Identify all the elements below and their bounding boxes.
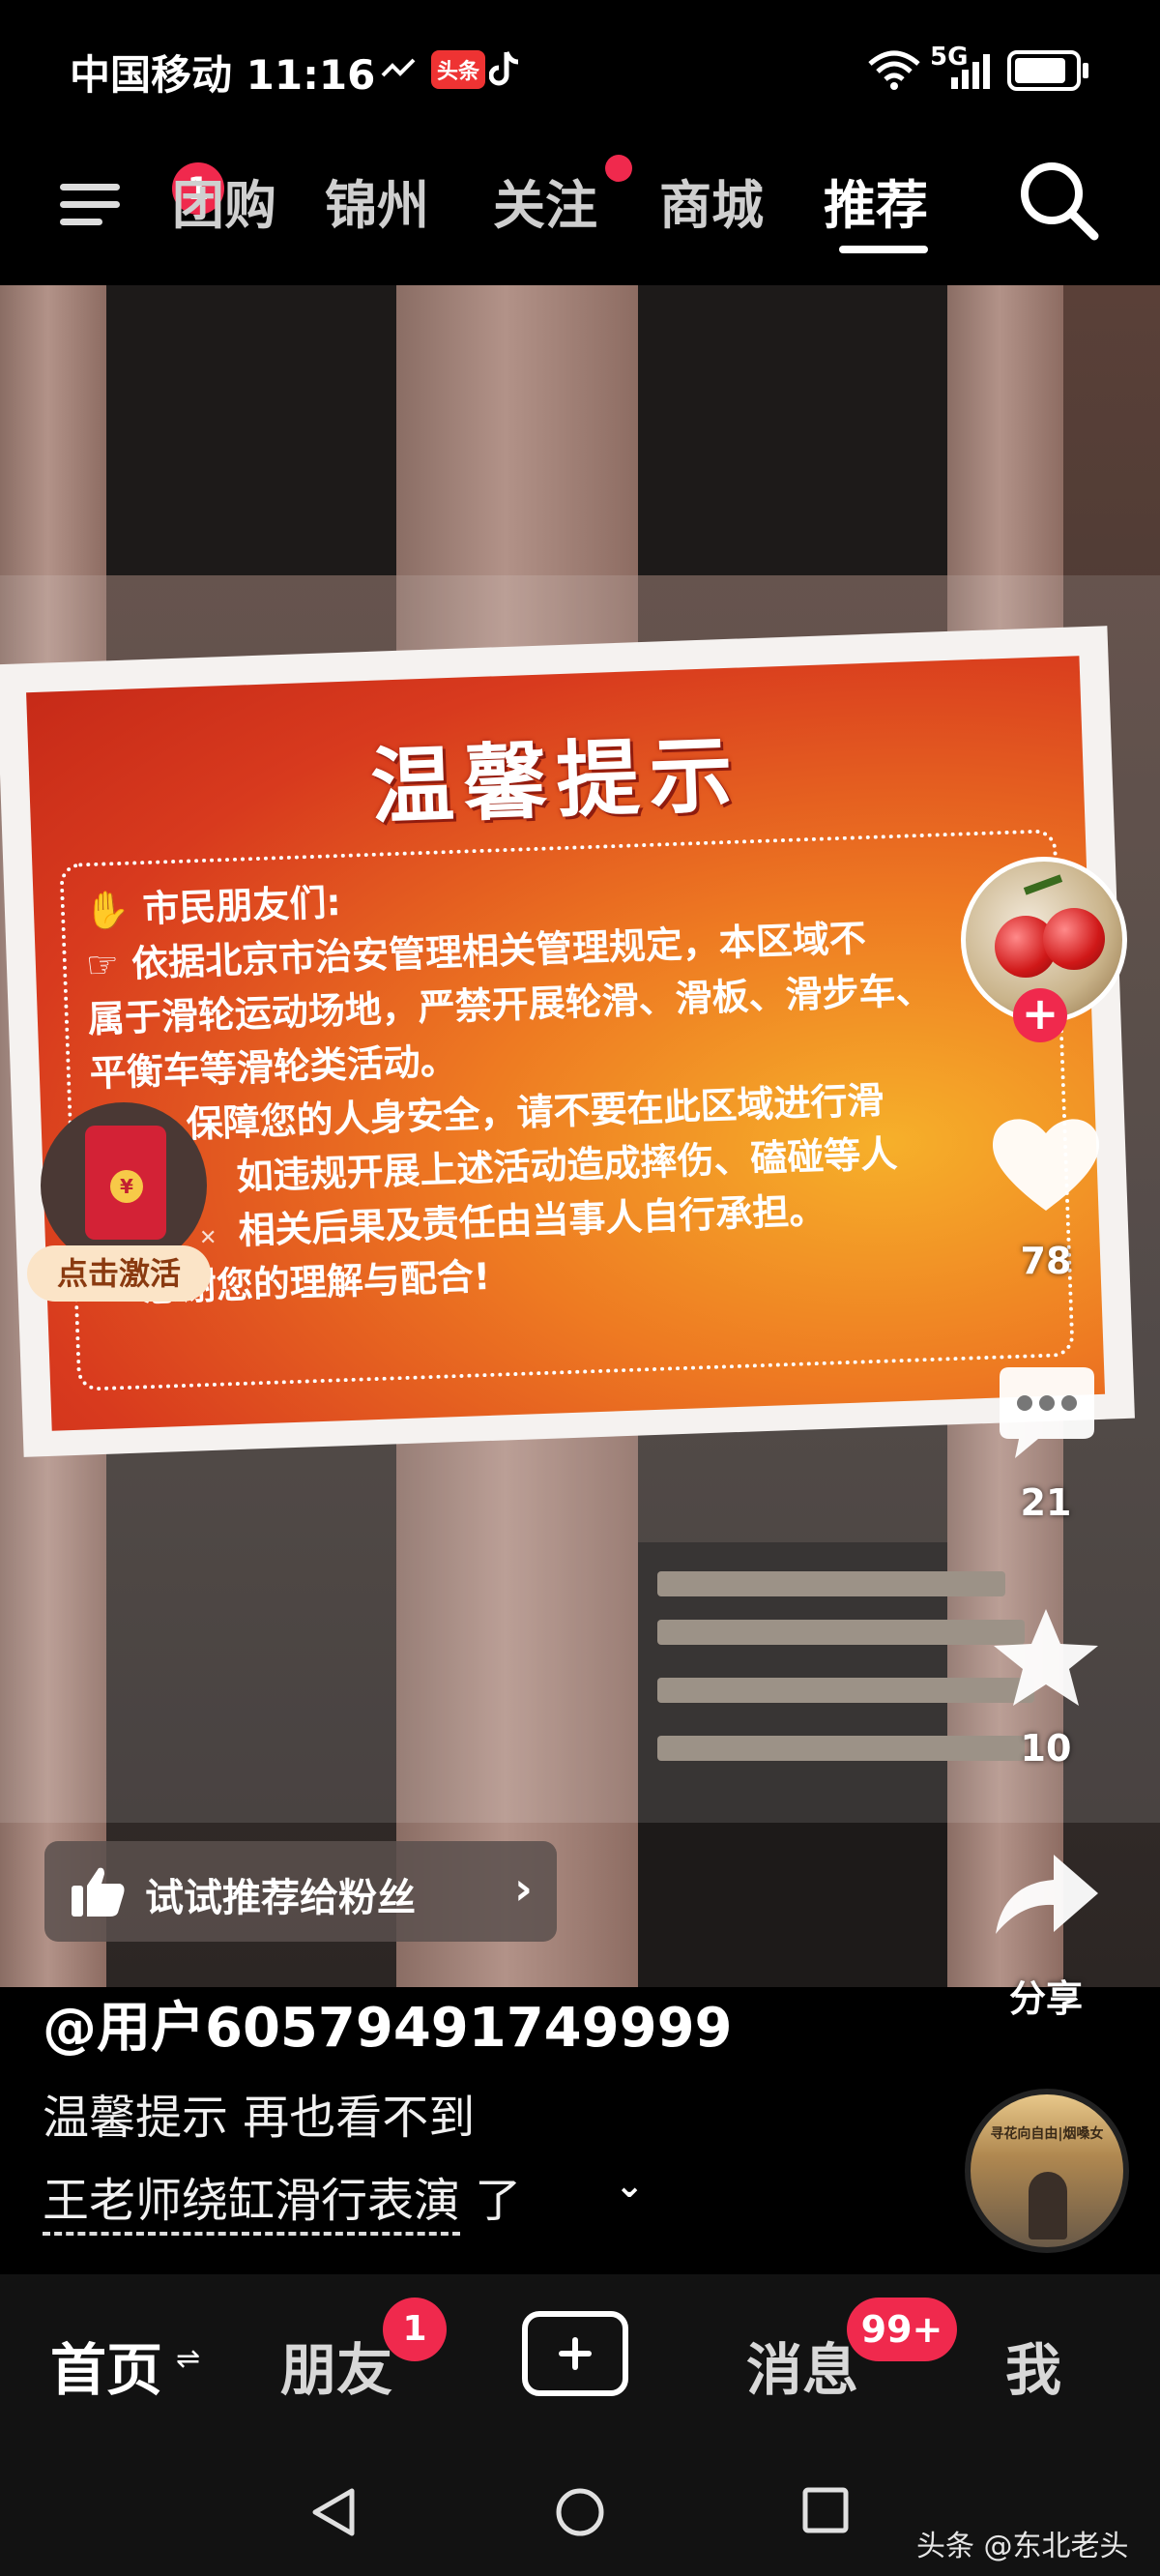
recents-icon[interactable] xyxy=(800,2485,851,2535)
red-envelope-icon: ¥ xyxy=(41,1102,207,1269)
favorite-count: 10 xyxy=(1020,1727,1072,1770)
signal-icon xyxy=(951,54,990,89)
tab-following[interactable]: 关注 xyxy=(493,155,632,239)
missed-call-icon xyxy=(381,58,416,77)
system-navigation-bar: 头条 @东北老头 xyxy=(0,2444,1160,2576)
menu-icon xyxy=(60,184,120,190)
tab-me[interactable]: 我 xyxy=(1005,2325,1061,2406)
close-icon[interactable]: ✕ xyxy=(199,1226,217,1250)
watermark: 头条 @东北老头 xyxy=(916,2530,1129,2563)
like-heart-icon[interactable] xyxy=(986,1110,1106,1216)
clock: 11:16 xyxy=(246,51,376,99)
tab-mall[interactable]: 商城 xyxy=(659,162,764,239)
share-icon[interactable] xyxy=(986,1841,1106,1947)
active-tab-indicator xyxy=(839,246,928,253)
caption-line: 王老师绕缸滑行表演 了 xyxy=(43,2162,521,2236)
status-bar: 中国移动 11:16 头条 5G xyxy=(0,0,1160,135)
like-count: 78 xyxy=(1020,1240,1072,1282)
music-disc[interactable]: 寻花向自由|烟嗓女 xyxy=(965,2089,1129,2253)
menu-button[interactable]: 1 xyxy=(56,162,224,236)
recommend-to-fans-button[interactable]: 试试推荐给粉丝 › xyxy=(44,1841,557,1942)
follow-button[interactable]: + xyxy=(1013,988,1067,1042)
notice-sign: 温馨提示 ✋ 市民朋友们: ☞ 依据北京市治安管理相关管理规定，本区域不 属于滑… xyxy=(0,626,1135,1457)
caption-topic[interactable]: 王老师绕缸滑行表演 xyxy=(43,2174,461,2236)
tab-home[interactable]: 首页 xyxy=(50,2325,162,2406)
tab-following-label: 关注 xyxy=(493,175,597,236)
notice-title: 温馨提示 xyxy=(368,726,744,836)
messages-badge: 99+ xyxy=(847,2298,957,2361)
activate-button[interactable]: 点击激活 xyxy=(27,1245,211,1302)
back-icon[interactable] xyxy=(307,2485,360,2539)
refresh-icon[interactable]: ⇌ xyxy=(176,2342,200,2376)
music-title: 寻花向自由|烟嗓女 xyxy=(990,2126,1104,2142)
battery-icon xyxy=(1007,50,1088,91)
search-icon[interactable] xyxy=(1015,157,1104,246)
background-dark xyxy=(106,285,396,575)
share-label: 分享 xyxy=(1008,1977,1083,2020)
chevron-right-icon: › xyxy=(514,1862,533,1915)
carrier-time: 中国移动 11:16 xyxy=(70,43,375,102)
expand-caption-icon[interactable]: ⌄ xyxy=(615,2166,644,2206)
tab-group-buy[interactable]: 团购 xyxy=(172,162,276,239)
tab-jinzhou[interactable]: 锦州 xyxy=(325,162,429,239)
tiktok-icon xyxy=(489,50,519,86)
author-name[interactable]: @用户60579491749999 xyxy=(43,1984,733,2063)
favorite-star-icon[interactable] xyxy=(986,1605,1106,1712)
comment-icon[interactable] xyxy=(986,1361,1106,1468)
top-navigation: 1 团购 锦州 关注 商城 推荐 xyxy=(0,135,1160,285)
red-packet-widget[interactable]: ¥ ✕ 点击激活 xyxy=(27,1102,217,1305)
tab-recommend[interactable]: 推荐 xyxy=(824,162,928,239)
toutiao-notification-icon: 头条 xyxy=(431,50,486,89)
tab-messages[interactable]: 消息 xyxy=(746,2325,858,2406)
carrier-name: 中国移动 xyxy=(70,51,233,99)
create-post-button[interactable] xyxy=(522,2311,628,2396)
caption-line: 温馨提示 再也看不到 xyxy=(43,2091,476,2145)
recommend-label: 试试推荐给粉丝 xyxy=(145,1876,416,1920)
thumbs-up-icon xyxy=(72,1867,125,1917)
friends-badge: 1 xyxy=(383,2298,447,2361)
bottom-tab-bar: 首页 ⇌ 朋友 1 消息 99+ 我 xyxy=(0,2274,1160,2444)
wifi-icon xyxy=(868,50,920,90)
tab-friends[interactable]: 朋友 xyxy=(280,2325,392,2406)
following-new-dot xyxy=(605,155,632,182)
comment-count: 21 xyxy=(1020,1481,1072,1524)
home-icon[interactable] xyxy=(553,2485,607,2539)
